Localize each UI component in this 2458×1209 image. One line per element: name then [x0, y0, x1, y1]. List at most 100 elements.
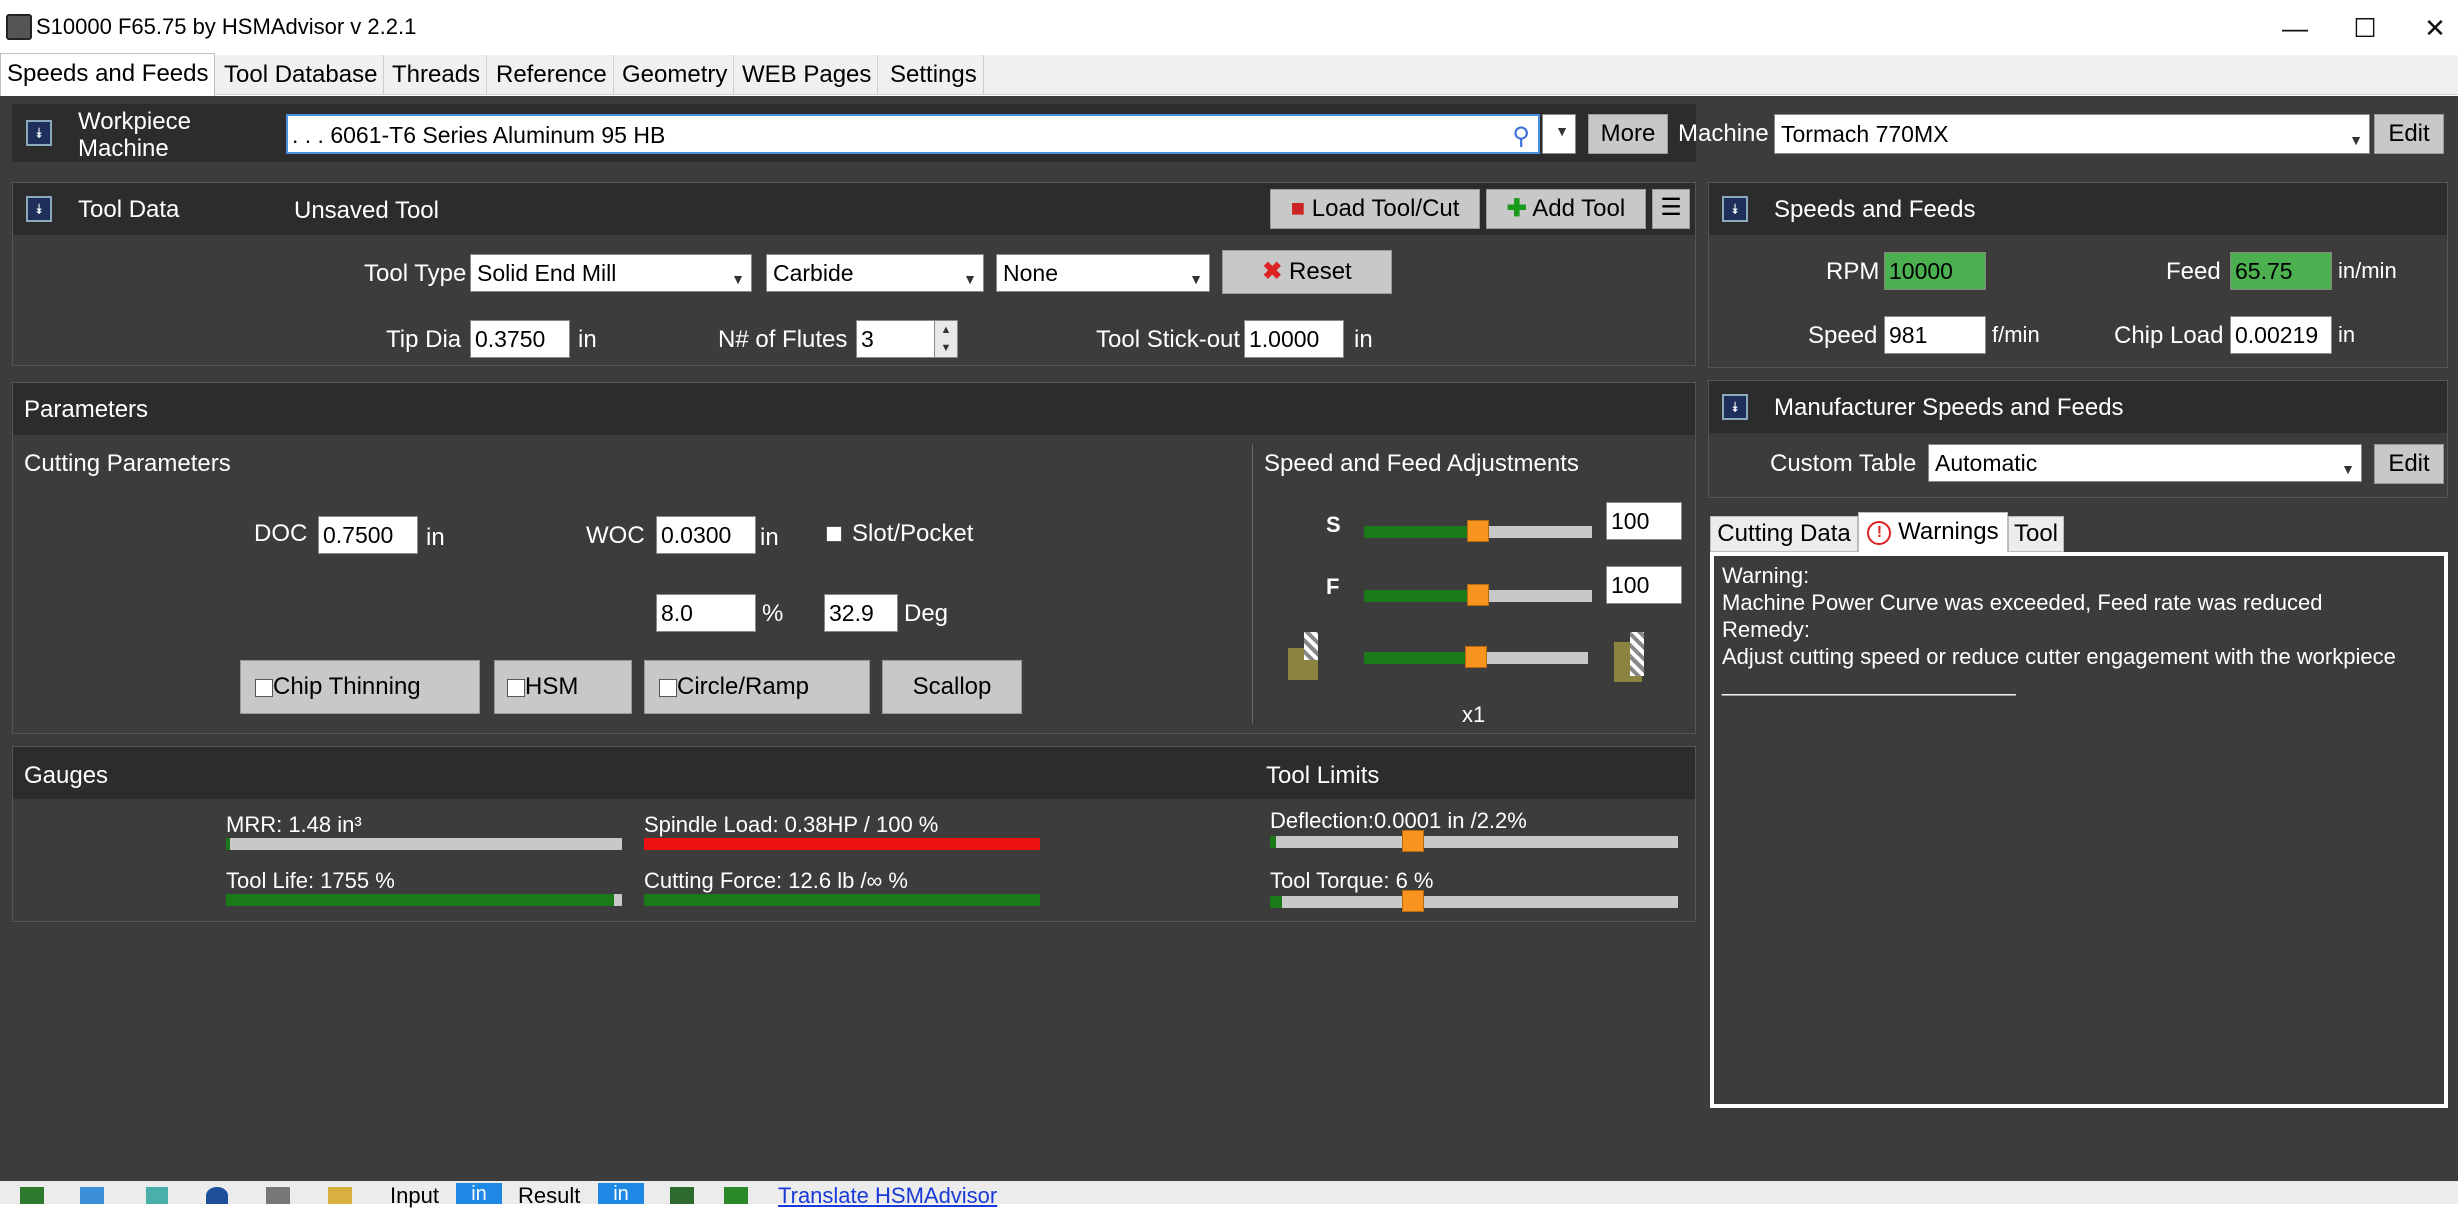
tab-speeds-and-feeds[interactable]: Speeds and Feeds	[0, 53, 216, 97]
tab-tool[interactable]: Tool	[2008, 516, 2064, 552]
table-edit-button[interactable]: Edit	[2374, 444, 2444, 484]
feed-value[interactable]: 65.75	[2230, 252, 2332, 290]
s-percent-input[interactable]: 100	[1606, 502, 1682, 540]
machine-icon[interactable]	[670, 1187, 694, 1204]
hsm-button[interactable]: HSM	[494, 660, 632, 714]
close-button[interactable]: ✕	[2400, 8, 2458, 48]
gauge-fill	[226, 894, 614, 906]
speeds-feeds-title: Speeds and Feeds	[1774, 196, 1976, 223]
reset-button[interactable]: ✖ Reset	[1222, 250, 1392, 294]
input-unit-toggle[interactable]: in	[456, 1183, 502, 1205]
maximize-button[interactable]: ☐	[2330, 8, 2400, 48]
machine-label: Machine	[1678, 120, 1769, 147]
slot-pocket-label: Slot/Pocket	[852, 520, 974, 547]
f-percent-input[interactable]: 100	[1606, 566, 1682, 604]
s-label: S	[1326, 512, 1341, 537]
coating-select[interactable]: None ▼	[996, 254, 1210, 292]
hsm-checkbox[interactable]	[507, 678, 525, 697]
tab-cutting-data[interactable]: Cutting Data	[1710, 516, 1858, 552]
tool-material-select[interactable]: Carbide ▼	[766, 254, 984, 292]
cutting-params-title: Cutting Parameters	[24, 450, 231, 477]
chip-thinning-checkbox[interactable]	[255, 678, 273, 697]
slider-thumb[interactable]	[1467, 584, 1489, 606]
result-unit-toggle[interactable]: in	[598, 1183, 644, 1205]
save-icon[interactable]	[146, 1187, 168, 1204]
tab-threads[interactable]: Threads	[386, 55, 488, 95]
scallop-button[interactable]: Scallop	[882, 660, 1022, 714]
menu-icon[interactable]: ☰	[1652, 189, 1690, 229]
copy-icon[interactable]	[80, 1187, 104, 1204]
slider-thumb[interactable]	[1467, 520, 1489, 542]
add-tool-button[interactable]: ✚ Add Tool	[1486, 189, 1646, 229]
notes-icon[interactable]	[328, 1187, 352, 1204]
chevron-down-icon: ▼	[731, 271, 745, 287]
collapse-icon[interactable]: ⯯	[1722, 394, 1748, 420]
chip-thinning-button[interactable]: Chip Thinning	[240, 660, 480, 714]
tab-web-pages[interactable]: WEB Pages	[736, 55, 879, 95]
flutes-input[interactable]: 3	[856, 320, 936, 358]
custom-table-label: Custom Table	[1770, 450, 1917, 477]
cutter-shape	[1304, 632, 1318, 660]
x-icon: ✖	[1262, 258, 1283, 285]
material-search-input[interactable]: . . . 6061-T6 Series Aluminum 95 HB ⚲	[286, 114, 1540, 154]
tool-material-value: Carbide	[773, 260, 854, 286]
collapse-icon[interactable]: ⯯	[26, 196, 52, 222]
help-icon[interactable]	[206, 1187, 228, 1204]
tool-type-select[interactable]: Solid End Mill ▼	[470, 254, 752, 292]
mrr-label: MRR: 1.48 in³	[226, 812, 362, 837]
machine-edit-button[interactable]: Edit	[2374, 114, 2444, 154]
chevron-down-icon: ▼	[2341, 461, 2355, 477]
tip-dia-input[interactable]: 0.3750	[470, 320, 570, 358]
collapse-icon[interactable]: ⯯	[1722, 196, 1748, 222]
translate-link[interactable]: Translate HSMAdvisor	[778, 1183, 997, 1209]
feed-slider[interactable]	[1364, 584, 1592, 606]
tool-type-value: Solid End Mill	[477, 260, 617, 286]
rpm-value[interactable]: 10000	[1884, 252, 1986, 290]
woc-percent-input[interactable]: 8.0	[656, 594, 756, 632]
reset-label: Reset	[1289, 258, 1352, 285]
machine-label-left: Machine	[78, 135, 169, 162]
tool-stickout-slider[interactable]	[1364, 646, 1588, 668]
deflection-gauge	[1270, 830, 1678, 852]
search-icon[interactable]: ⚲	[1512, 120, 1530, 152]
minimize-button[interactable]: —	[2260, 8, 2330, 48]
material-dropdown[interactable]: ▼	[1542, 114, 1576, 154]
speed-value[interactable]: 981	[1884, 316, 1986, 354]
tab-tool-database[interactable]: Tool Database	[218, 55, 385, 95]
tab-reference[interactable]: Reference	[490, 55, 614, 95]
collapse-icon[interactable]: ⯯	[26, 120, 52, 146]
tab-warnings[interactable]: ! Warnings	[1858, 512, 2008, 552]
tab-geometry[interactable]: Geometry	[616, 55, 735, 95]
deflection-label: Deflection:0.0001 in /2.2%	[1270, 808, 1527, 833]
stickout-unit: in	[1354, 326, 1373, 353]
warning-line: Adjust cutting speed or reduce cutter en…	[1722, 644, 2396, 669]
print-icon[interactable]	[266, 1187, 290, 1204]
tab-settings[interactable]: Settings	[884, 55, 984, 95]
hsm-label: HSM	[525, 673, 579, 700]
bottom-toolbar: Input in Result in Translate HSMAdvisor	[0, 1181, 2458, 1208]
custom-table-select[interactable]: Automatic ▼	[1928, 444, 2362, 482]
flutes-stepper[interactable]: ▲ ▼	[934, 320, 958, 358]
chip-load-value[interactable]: 0.00219	[2230, 316, 2332, 354]
manufacturer-title: Manufacturer Speeds and Feeds	[1774, 394, 2124, 421]
doc-input[interactable]: 0.7500	[318, 516, 418, 554]
title-bar: S10000 F65.75 by HSMAdvisor v 2.2.1 — ☐ …	[0, 0, 2458, 55]
app-icon	[6, 14, 32, 40]
circle-ramp-checkbox[interactable]	[659, 678, 677, 697]
stickout-input[interactable]: 1.0000	[1244, 320, 1344, 358]
warning-icon: !	[1867, 520, 1892, 545]
woc-input[interactable]: 0.0300	[656, 516, 756, 554]
home-icon[interactable]	[20, 1187, 44, 1204]
load-tool-button[interactable]: ■ Load Tool/Cut	[1270, 189, 1480, 229]
flag-icon[interactable]	[724, 1187, 748, 1204]
angle-input[interactable]: 32.9	[824, 594, 898, 632]
speed-slider[interactable]	[1364, 520, 1592, 542]
slider-thumb[interactable]	[1465, 646, 1487, 668]
gauge-marker	[1402, 830, 1424, 852]
circle-ramp-button[interactable]: Circle/Ramp	[644, 660, 870, 714]
more-button[interactable]: More	[1588, 114, 1668, 154]
speed-label: Speed	[1808, 322, 1878, 349]
slot-pocket-checkbox[interactable]	[826, 526, 842, 542]
machine-select[interactable]: Tormach 770MX ▼	[1774, 114, 2370, 154]
warning-text: Warning: Machine Power Curve was exceede…	[1722, 562, 2396, 697]
